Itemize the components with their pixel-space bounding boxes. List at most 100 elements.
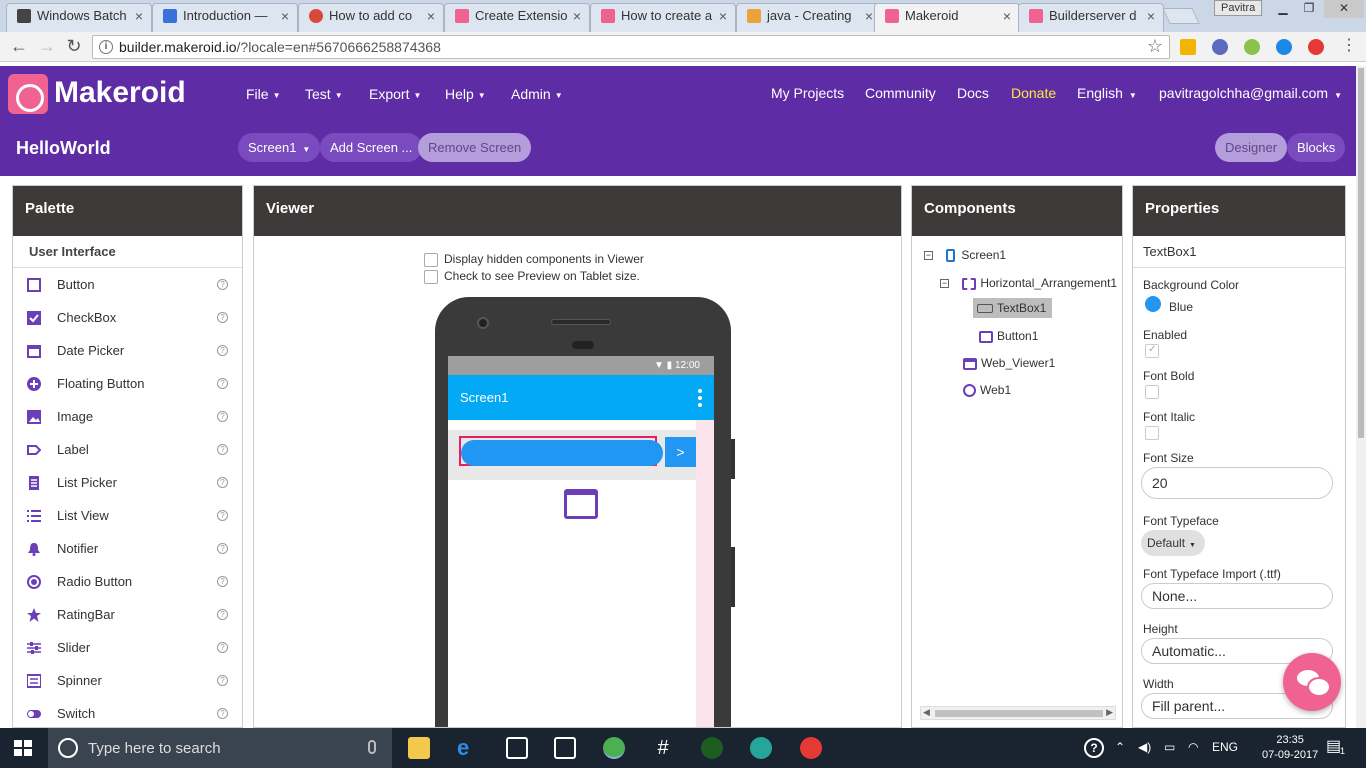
collapse-icon[interactable]: −: [940, 279, 949, 289]
minimize-icon[interactable]: ▁: [1270, 0, 1296, 18]
help-icon[interactable]: ?: [217, 609, 228, 620]
help-tray-icon[interactable]: ?: [1084, 738, 1104, 758]
remove-screen-button[interactable]: Remove Screen: [418, 133, 532, 162]
taskbar-clock[interactable]: 23:35 07-09-2017: [1262, 733, 1318, 763]
info-icon[interactable]: i: [99, 40, 113, 54]
font-typeface-dropdown[interactable]: Default ▼: [1141, 530, 1205, 556]
palette-item-slider[interactable]: Slider ?: [13, 631, 242, 664]
font-bold-checkbox[interactable]: [1145, 385, 1159, 399]
palette-item-notifier[interactable]: Notifier ?: [13, 532, 242, 565]
help-icon[interactable]: ?: [217, 411, 228, 422]
chat-support-button[interactable]: [1283, 653, 1341, 711]
tree-item-textbox1[interactable]: TextBox1: [973, 298, 1053, 318]
browser-tab[interactable]: How to add co ×: [298, 3, 444, 32]
menu-help[interactable]: Help ▼: [445, 86, 486, 102]
browser-tab[interactable]: Create Extensio ×: [444, 3, 590, 32]
bookmark-star-icon[interactable]: ☆: [1147, 36, 1163, 57]
youtube-extension-icon[interactable]: [1308, 39, 1324, 55]
browser-tab[interactable]: How to create a ×: [590, 3, 736, 32]
tree-item-screen1[interactable]: − Screen1: [924, 248, 1006, 263]
add-screen-button[interactable]: Add Screen ...: [320, 133, 423, 162]
edge-icon[interactable]: e: [457, 737, 479, 759]
screen-select-button[interactable]: Screen1 ▼: [238, 133, 321, 162]
menu-admin[interactable]: Admin ▼: [511, 86, 563, 102]
font-size-input[interactable]: 20: [1141, 467, 1333, 499]
help-icon[interactable]: ?: [217, 378, 228, 389]
drive-extension-icon[interactable]: [1180, 39, 1196, 55]
makeroid-logo-icon[interactable]: [8, 74, 48, 114]
help-icon[interactable]: ?: [217, 312, 228, 323]
chrome-menu-icon[interactable]: ⋮: [1338, 36, 1360, 58]
browser-user-chip[interactable]: Pavitra: [1214, 0, 1263, 16]
palette-item-list-picker[interactable]: List Picker ?: [13, 466, 242, 499]
reload-icon[interactable]: ↻: [63, 36, 85, 58]
close-tab-icon[interactable]: ×: [135, 4, 143, 28]
background-color-swatch[interactable]: [1145, 296, 1161, 312]
palette-item-date-picker[interactable]: Date Picker ?: [13, 334, 242, 367]
close-tab-icon[interactable]: ×: [865, 4, 873, 28]
close-tab-icon[interactable]: ×: [1003, 4, 1011, 28]
new-tab-button[interactable]: [1162, 8, 1200, 24]
palette-item-floating-button[interactable]: Floating Button ?: [13, 367, 242, 400]
palette-item-image[interactable]: Image ?: [13, 400, 242, 433]
hp-extension-icon[interactable]: [1276, 39, 1292, 55]
language-menu[interactable]: English ▼: [1077, 85, 1137, 101]
browser-tab-active[interactable]: Makeroid ×: [874, 3, 1020, 32]
help-icon[interactable]: ?: [217, 642, 228, 653]
close-tab-icon[interactable]: ×: [719, 4, 727, 28]
wifi-tray-icon[interactable]: ◠: [1188, 740, 1198, 754]
scroll-left-icon[interactable]: ◀: [923, 707, 930, 718]
help-icon[interactable]: ?: [217, 444, 228, 455]
help-icon[interactable]: ?: [217, 345, 228, 356]
enabled-checkbox[interactable]: [1145, 344, 1159, 358]
font-italic-checkbox[interactable]: [1145, 426, 1159, 440]
calculator-icon[interactable]: [506, 737, 528, 759]
close-tab-icon[interactable]: ×: [427, 4, 435, 28]
palette-item-list-view[interactable]: List View ?: [13, 499, 242, 532]
designer-button[interactable]: Designer: [1215, 133, 1288, 162]
help-icon[interactable]: ?: [217, 543, 228, 554]
close-tab-icon[interactable]: ×: [573, 4, 581, 28]
tree-item-web-viewer1[interactable]: Web_Viewer1: [963, 356, 1055, 370]
donate-link[interactable]: Donate: [1011, 85, 1056, 101]
address-bar[interactable]: i builder.makeroid.io/?locale=en#5670666…: [92, 35, 1170, 59]
file-explorer-icon[interactable]: [408, 737, 430, 759]
help-icon[interactable]: ?: [217, 477, 228, 488]
button-preview[interactable]: >: [665, 437, 696, 467]
phone-screen[interactable]: ▼ ▮ 12:00 Screen1 >: [448, 356, 714, 727]
palette-item-checkbox[interactable]: CheckBox ?: [13, 301, 242, 334]
page-vertical-scrollbar[interactable]: [1356, 66, 1366, 728]
app-taskbar-icon[interactable]: [701, 737, 723, 759]
display-hidden-option[interactable]: Display hidden components in Viewer: [424, 252, 644, 267]
menu-test[interactable]: Test ▼: [305, 86, 343, 102]
input-language[interactable]: ENG: [1212, 740, 1238, 754]
help-icon[interactable]: ?: [217, 510, 228, 521]
scrollbar-thumb[interactable]: [935, 710, 1103, 717]
help-icon[interactable]: ?: [217, 576, 228, 587]
menu-file[interactable]: File ▼: [246, 86, 280, 102]
restore-icon[interactable]: ❐: [1296, 0, 1322, 18]
tree-item-horizontal-arrangement1[interactable]: − Horizontal_Arrangement1: [940, 276, 1117, 290]
scroll-right-icon[interactable]: ▶: [1106, 707, 1113, 718]
help-icon[interactable]: ?: [217, 708, 228, 719]
account-menu[interactable]: pavitragolchha@gmail.com ▼: [1159, 85, 1342, 101]
collapse-icon[interactable]: −: [924, 251, 933, 261]
palette-item-label[interactable]: Label ?: [13, 433, 242, 466]
horizontal-arrangement-preview[interactable]: >: [448, 430, 696, 480]
palette-item-button[interactable]: Button ?: [13, 268, 242, 301]
windows-start-icon[interactable]: [14, 740, 32, 756]
microphone-icon[interactable]: [368, 740, 376, 754]
background-color-value[interactable]: Blue: [1169, 300, 1193, 314]
blocks-button[interactable]: Blocks: [1287, 133, 1346, 162]
textbox-preview[interactable]: [461, 440, 663, 466]
phone-action-bar[interactable]: Screen1: [448, 375, 714, 420]
browser-tab[interactable]: Introduction — ×: [152, 3, 298, 32]
tree-item-web1[interactable]: Web1: [963, 383, 1011, 398]
overflow-menu-icon[interactable]: [698, 389, 702, 407]
palette-item-ratingbar[interactable]: RatingBar ?: [13, 598, 242, 631]
browser-tab[interactable]: java - Creating ×: [736, 3, 882, 32]
extension-icon[interactable]: [1244, 39, 1260, 55]
chevron-up-icon[interactable]: ⌃: [1115, 740, 1125, 754]
browser-tab[interactable]: Builderserver d ×: [1018, 3, 1164, 32]
help-icon[interactable]: ?: [217, 279, 228, 290]
